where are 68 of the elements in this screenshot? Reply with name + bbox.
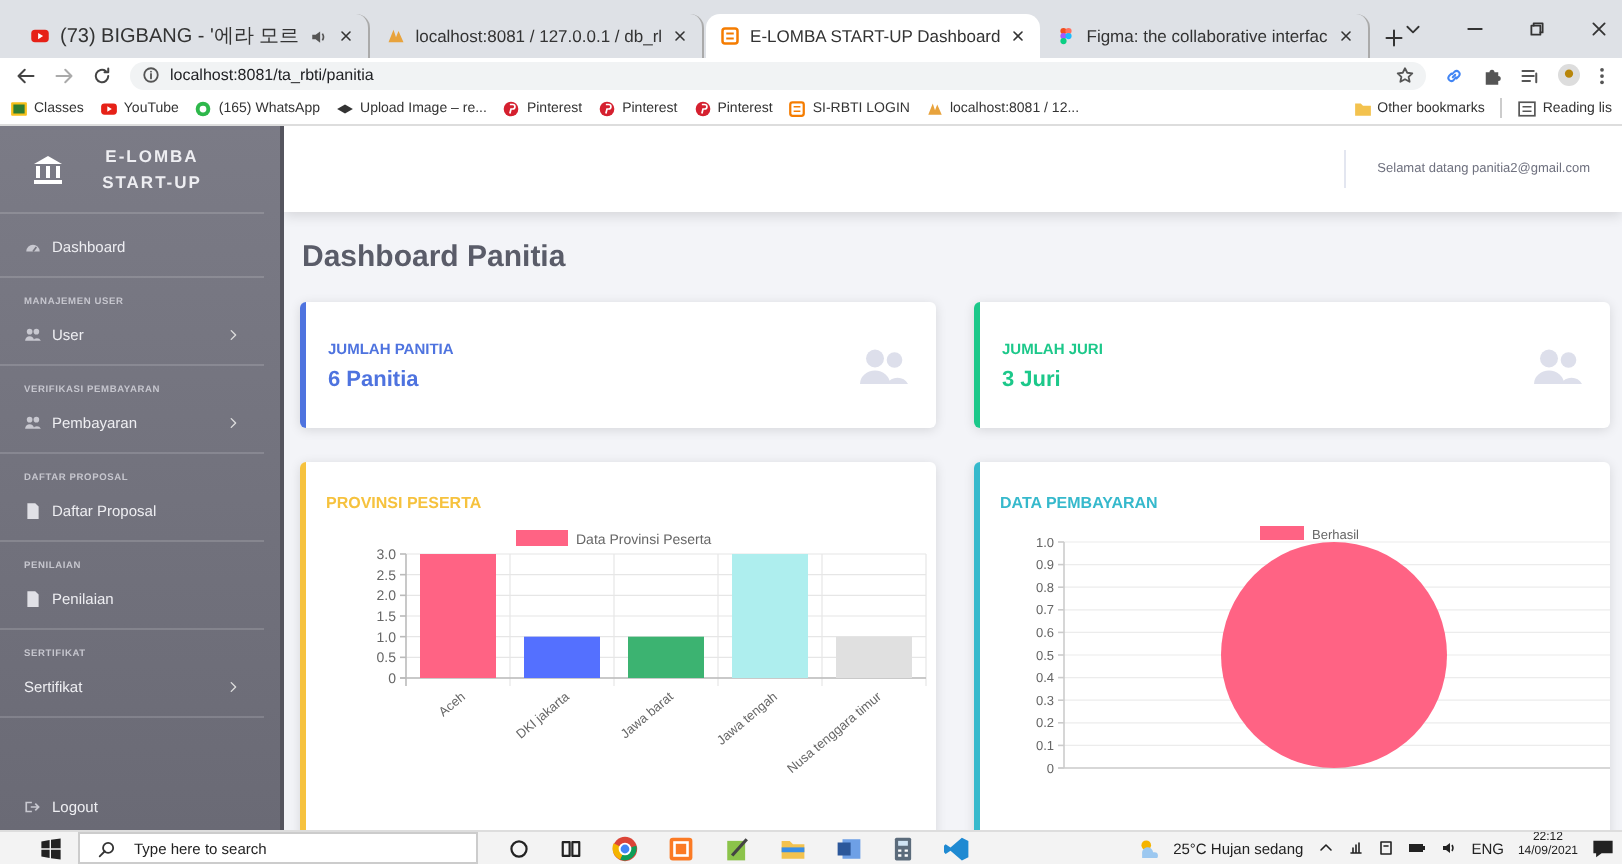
bank-icon [32,153,64,185]
puzzle-icon[interactable] [1482,65,1502,85]
chart-title: PROVINSI PESERTA [326,494,484,512]
video-icon [30,26,50,46]
document-icon[interactable] [836,835,862,861]
new-tab-icon[interactable] [1383,28,1404,48]
sail-icon [385,26,406,46]
people-icon [24,325,42,343]
document-icon [24,501,42,519]
diamond-icon [336,99,355,117]
caret-icon[interactable] [1403,20,1422,38]
people-icon [860,347,908,383]
restore-icon[interactable] [1527,20,1546,38]
notification-icon[interactable] [1592,837,1614,859]
square-icon[interactable] [668,835,694,861]
stat-value: 3 Juri [1002,367,1063,391]
close-icon[interactable] [337,28,354,44]
speaker-icon [309,27,328,45]
document-icon [24,589,42,607]
battery-icon[interactable] [1407,840,1426,856]
board-icon [10,99,28,117]
sail-icon [925,99,944,117]
browser-icon[interactable] [612,835,638,861]
pin-icon [693,99,712,117]
speaker-icon[interactable] [1439,840,1458,856]
pin-icon [598,99,617,117]
folder-icon[interactable] [780,835,806,861]
circle-icon[interactable] [508,837,530,859]
back-icon[interactable] [16,65,36,85]
address-bar[interactable]: localhost:8081/ta_rbti/panitia [130,61,1426,89]
y-axis [399,553,407,687]
notepad-icon[interactable] [724,835,750,861]
weather-icon [1137,838,1160,858]
people-icon [1534,347,1582,383]
close-icon[interactable] [1337,28,1354,44]
close-icon[interactable] [1589,20,1608,38]
avatar-icon[interactable] [1558,64,1580,86]
video-icon [99,99,118,117]
square-icon [720,26,741,46]
brand-title: E-LOMBA START-UP [100,143,204,195]
star-icon[interactable] [1396,66,1414,84]
search-icon [98,840,116,858]
chat-icon [194,99,213,117]
caret-icon[interactable] [1317,840,1334,856]
address-text: localhost:8081/ta_rbti/panitia [170,66,374,84]
page-title: Dashboard Panitia [302,240,568,274]
task-view-icon[interactable] [560,837,582,859]
browser-tab[interactable]: E-LOMBA START-UP Dashboard [706,14,1041,58]
logout-icon [24,797,42,815]
pin-icon [502,99,521,117]
people-icon [24,413,42,431]
menu-icon[interactable] [1598,65,1606,85]
info-icon [142,66,160,84]
list-icon [1518,99,1537,117]
folder-icon [1353,99,1372,117]
stat-value: 6 Panitia [328,367,421,391]
code-editor-icon[interactable] [944,835,970,861]
square-icon [788,99,807,117]
close-icon[interactable] [1010,28,1027,44]
circles-icon [1056,26,1077,46]
network-icon[interactable] [1347,840,1364,856]
windows-icon[interactable] [40,837,62,859]
close-icon[interactable] [672,28,689,44]
link-icon[interactable] [1444,65,1464,85]
reload-icon[interactable] [92,65,112,85]
chart-title: DATA PEMBAYARAN [1000,494,1160,512]
playlist-icon[interactable] [1520,65,1540,85]
calculator-icon[interactable] [892,835,914,861]
